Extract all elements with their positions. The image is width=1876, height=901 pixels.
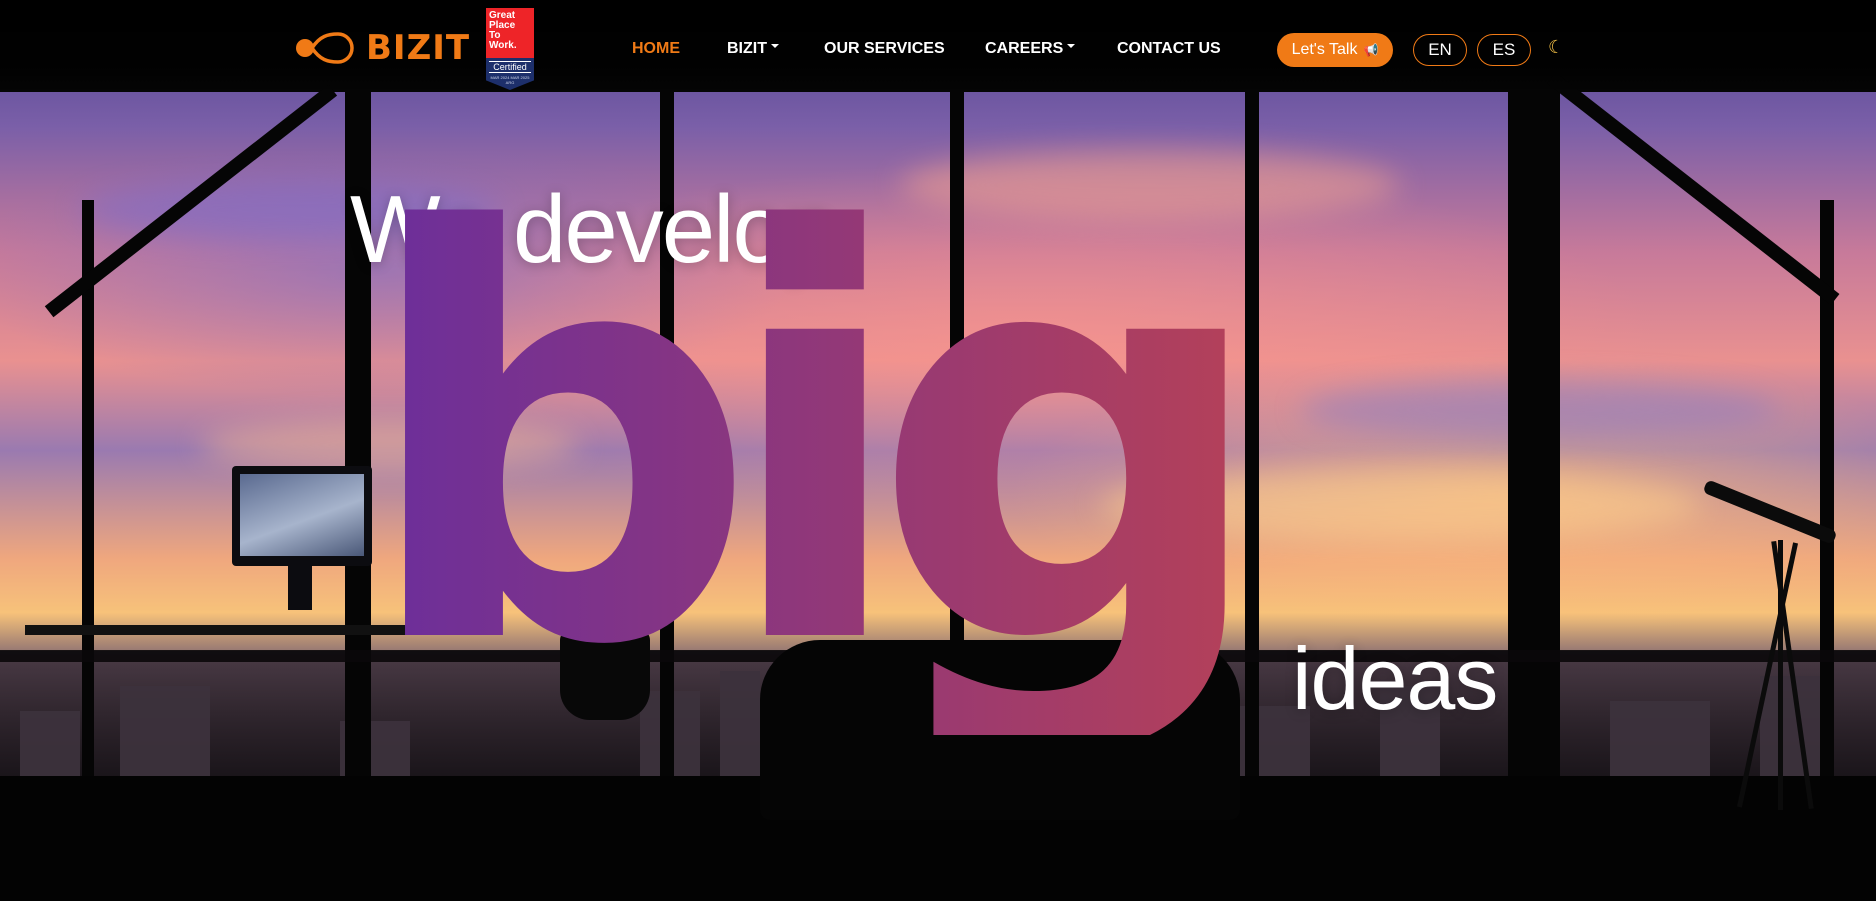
top-navbar: BIZIT Great Place To Work. Certified MAR… xyxy=(0,0,1876,92)
hero-big-word: big xyxy=(358,175,1272,735)
lets-talk-button[interactable]: Let's Talk 📢 xyxy=(1277,33,1393,67)
caret-down-icon xyxy=(1067,43,1076,48)
badge-certified: Certified xyxy=(489,61,531,73)
nav-bizit-dropdown[interactable]: BIZIT xyxy=(727,40,779,58)
great-place-to-work-badge[interactable]: Great Place To Work. Certified MAR 2024 … xyxy=(486,8,534,90)
language-en-button[interactable]: EN xyxy=(1413,34,1467,66)
language-es-button[interactable]: ES xyxy=(1477,34,1531,66)
nav-our-services[interactable]: OUR SERVICES xyxy=(824,40,945,58)
badge-dates: MAR 2024 MAR 2025 ARG xyxy=(490,75,530,85)
infinity-logo-icon xyxy=(296,32,354,64)
brand-name: BIZIT xyxy=(366,28,471,68)
megaphone-icon: 📢 xyxy=(1363,43,1379,57)
nav-contact-us[interactable]: CONTACT US xyxy=(1117,40,1221,58)
nav-careers-dropdown[interactable]: CAREERS xyxy=(985,40,1076,58)
brand-logo[interactable]: BIZIT xyxy=(294,28,470,68)
nav-home[interactable]: HOME xyxy=(632,40,680,58)
hero-heading-last: ideas xyxy=(1292,629,1498,728)
hero-big-text: big xyxy=(358,175,1232,735)
monitor-silhouette xyxy=(232,466,372,610)
moon-icon[interactable]: ☾ xyxy=(1548,37,1564,58)
caret-down-icon xyxy=(771,43,779,48)
